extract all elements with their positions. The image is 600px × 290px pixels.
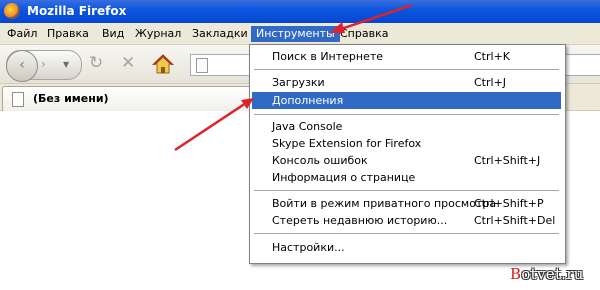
forward-arrow-icon[interactable]: ›: [41, 57, 46, 71]
menu-item-error-console[interactable]: Консоль ошибок Ctrl+Shift+J: [252, 152, 561, 169]
back-forward-group: ‹ › ▼: [6, 50, 82, 82]
menu-item-clear-history[interactable]: Стереть недавнюю историю... Ctrl+Shift+D…: [252, 212, 561, 229]
stop-x-icon[interactable]: ✕: [121, 55, 135, 72]
menu-item-java-console[interactable]: Java Console: [252, 118, 561, 135]
menu-item-web-search[interactable]: Поиск в Интернете Ctrl+K: [252, 48, 561, 65]
menu-item-skype-extension[interactable]: Skype Extension for Firefox: [252, 135, 561, 152]
menu-help[interactable]: Справка: [335, 26, 393, 42]
back-arrow-icon[interactable]: ‹: [6, 50, 38, 82]
menu-item-label: Информация о странице: [272, 171, 416, 184]
title-bar: Mozilla Firefox: [0, 0, 600, 23]
menu-item-label: Загрузки: [272, 76, 325, 89]
menu-item-addons[interactable]: Дополнения: [252, 92, 561, 109]
menu-edit[interactable]: Правка: [42, 26, 94, 42]
menu-separator: [254, 114, 559, 115]
menu-item-label: Поиск в Интернете: [272, 50, 384, 63]
menu-item-label: Консоль ошибок: [272, 154, 368, 167]
menu-item-label: Дополнения: [272, 94, 344, 107]
menu-item-label: Войти в режим приватного просмотра: [272, 197, 497, 210]
page-icon: [196, 58, 208, 73]
home-icon[interactable]: [151, 53, 175, 75]
tab-label: (Без имени): [33, 92, 109, 105]
page-icon: [12, 92, 24, 107]
menu-item-shortcut: Ctrl+J: [474, 76, 507, 89]
menu-item-label: Java Console: [272, 120, 343, 133]
menu-item-settings[interactable]: Настройки...: [252, 239, 561, 256]
menu-item-page-info[interactable]: Информация о странице: [252, 169, 561, 186]
menu-item-shortcut: Ctrl+Shift+P: [474, 197, 544, 210]
firefox-logo-icon: [4, 3, 20, 19]
dropdown-triangle-icon[interactable]: ▼: [63, 60, 69, 69]
menu-item-shortcut: Ctrl+Shift+Del: [474, 214, 556, 227]
menu-item-shortcut: Ctrl+K: [474, 50, 511, 63]
watermark-first-letter: B: [510, 265, 522, 283]
menu-view[interactable]: Вид: [97, 26, 129, 42]
menu-history[interactable]: Журнал: [130, 26, 186, 42]
menu-item-private-browsing[interactable]: Войти в режим приватного просмотра Ctrl+…: [252, 195, 561, 212]
watermark: Botvet.ru: [510, 265, 584, 283]
menu-bar: Файл Правка Вид Журнал Закладки Инструме…: [0, 23, 600, 45]
menu-separator: [254, 233, 559, 234]
menu-item-label: Skype Extension for Firefox: [272, 137, 422, 150]
tools-menu-dropdown: Поиск в Интернете Ctrl+K Загрузки Ctrl+J…: [249, 44, 566, 264]
window-title: Mozilla Firefox: [27, 4, 127, 18]
menu-tools[interactable]: Инструменты: [251, 26, 340, 42]
reload-icon[interactable]: ↻: [89, 55, 103, 72]
tab-untitled[interactable]: (Без имени): [2, 86, 284, 111]
menu-item-label: Настройки...: [272, 241, 345, 254]
menu-item-downloads[interactable]: Загрузки Ctrl+J: [252, 74, 561, 91]
menu-separator: [254, 190, 559, 191]
watermark-rest: otvet.ru: [521, 265, 584, 283]
menu-item-shortcut: Ctrl+Shift+J: [474, 154, 541, 167]
menu-separator: [254, 69, 559, 70]
menu-item-label: Стереть недавнюю историю...: [272, 214, 448, 227]
menu-file[interactable]: Файл: [2, 26, 42, 42]
menu-bookmarks[interactable]: Закладки: [187, 26, 253, 42]
